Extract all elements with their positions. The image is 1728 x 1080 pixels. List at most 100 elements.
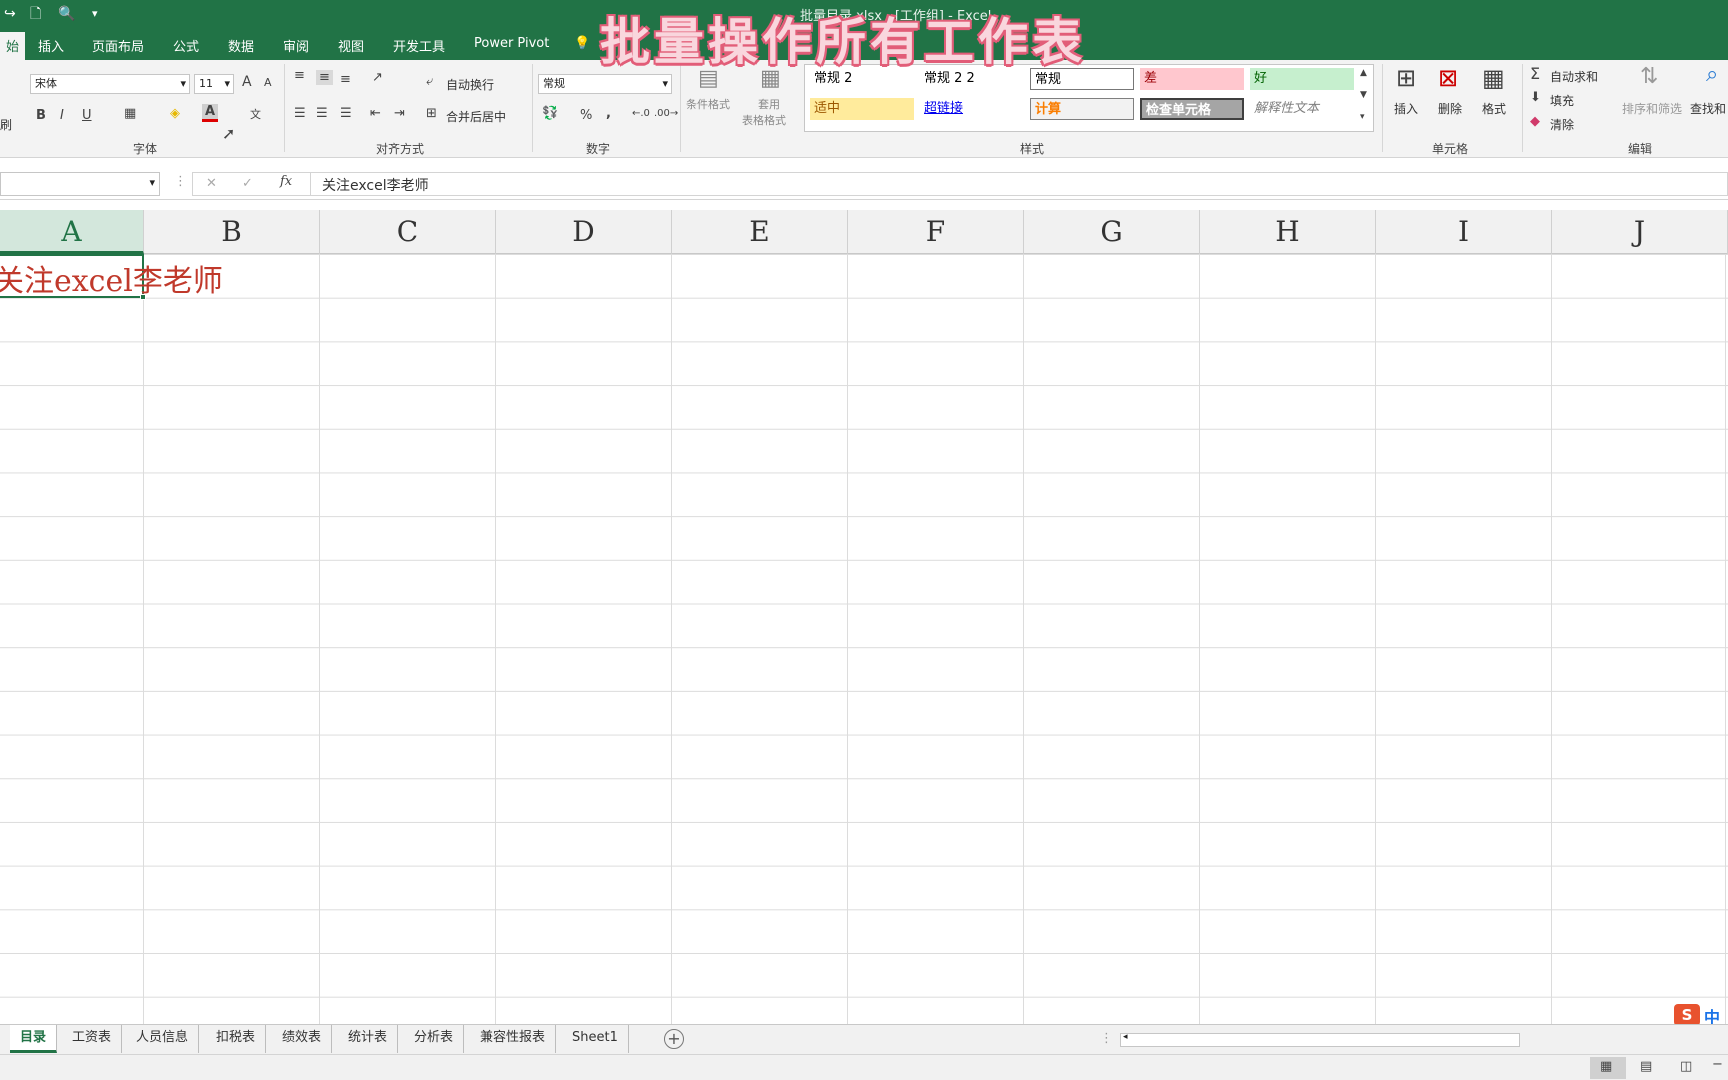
add-sheet-button[interactable]: +	[664, 1029, 684, 1049]
style-label: 超链接	[924, 101, 964, 116]
redo-icon[interactable]: ↪	[4, 4, 16, 24]
align-right-icon[interactable]: ☰	[340, 106, 352, 121]
tab-insert[interactable]: 插入	[38, 36, 64, 55]
sort-filter-button[interactable]: 排序和筛选	[1622, 100, 1682, 117]
format-painter-label[interactable]: 刷	[0, 116, 12, 133]
page-layout-view-icon[interactable]: ▤	[1640, 1059, 1652, 1074]
column-header-a[interactable]: A	[0, 210, 144, 254]
comma-style-button[interactable]: ,	[606, 106, 611, 121]
style-good[interactable]: 好	[1250, 68, 1354, 90]
sheet-tab-performance[interactable]: 绩效表	[272, 1025, 333, 1053]
format-as-table-line2[interactable]: 表格格式	[742, 112, 786, 128]
tab-data[interactable]: 数据	[228, 36, 254, 55]
customize-toolbar-icon[interactable]: ▾	[92, 4, 98, 24]
ime-logo-icon[interactable]: S	[1674, 1004, 1700, 1026]
decrease-decimal-icon[interactable]: .00→	[654, 108, 678, 119]
percent-style-button[interactable]: %	[580, 108, 592, 123]
wrap-text-button[interactable]: 自动换行	[446, 76, 494, 93]
scroll-left-icon[interactable]: ◂	[1123, 1032, 1128, 1042]
column-header-d[interactable]: D	[496, 210, 672, 254]
tab-split-handle[interactable]: ⋮	[1100, 1031, 1113, 1046]
underline-button[interactable]: U	[82, 108, 92, 123]
style-explanatory[interactable]: 解释性文本	[1250, 98, 1354, 120]
name-box[interactable]: ▾	[0, 172, 160, 196]
sheet-tab-statistics[interactable]: 统计表	[338, 1025, 399, 1053]
delete-cells-button[interactable]: 删除	[1438, 100, 1462, 117]
tab-page-layout[interactable]: 页面布局	[92, 36, 144, 55]
horizontal-scrollbar[interactable]: ◂	[1120, 1032, 1520, 1047]
format-as-table-line1[interactable]: 套用	[758, 96, 780, 112]
column-header-i[interactable]: I	[1376, 210, 1552, 254]
accounting-format-icon[interactable]: 💱	[542, 106, 558, 121]
column-header-b[interactable]: B	[144, 210, 320, 254]
tab-review[interactable]: 审阅	[283, 36, 309, 55]
style-calculation[interactable]: 计算	[1030, 98, 1134, 120]
decrease-indent-icon[interactable]: ⇤	[370, 106, 381, 121]
column-header-g[interactable]: G	[1024, 210, 1200, 254]
video-overlay-title: 批量操作所有工作表	[600, 13, 1086, 71]
gallery-scroll-down-icon[interactable]: ▼	[1360, 90, 1367, 100]
border-icon[interactable]: ▦	[124, 106, 136, 121]
column-header-f[interactable]: F	[848, 210, 1024, 254]
grow-font-button[interactable]: A	[242, 74, 252, 90]
align-middle-icon[interactable]: ≡	[316, 70, 333, 85]
increase-indent-icon[interactable]: ⇥	[394, 106, 405, 121]
fill-color-icon[interactable]: ◈	[170, 106, 180, 121]
merge-center-button[interactable]: 合并后居中	[446, 108, 506, 125]
autosum-button[interactable]: 自动求和	[1550, 68, 1598, 85]
font-name-select[interactable]: 宋体 ▾	[30, 74, 190, 94]
column-header-j[interactable]: J	[1552, 210, 1728, 254]
style-hyperlink[interactable]: 超链接	[920, 98, 1024, 120]
phonetic-icon[interactable]: 文	[250, 106, 261, 122]
sheet-tab-tax[interactable]: 扣税表	[206, 1025, 267, 1053]
sheet-tab-compatibility[interactable]: 兼容性报表	[470, 1025, 557, 1053]
find-select-button[interactable]: 查找和	[1690, 100, 1726, 117]
column-header-h[interactable]: H	[1200, 210, 1376, 254]
font-color-icon[interactable]: A	[202, 104, 219, 122]
shrink-font-button[interactable]: A	[264, 76, 272, 89]
zoom-out-icon[interactable]: −	[1712, 1057, 1723, 1072]
page-break-view-icon[interactable]: ◫	[1680, 1059, 1692, 1074]
italic-button[interactable]: I	[60, 108, 64, 123]
sheet-tab-sheet1[interactable]: Sheet1	[562, 1025, 629, 1053]
font-size-select[interactable]: 11 ▾	[194, 74, 234, 94]
formula-input[interactable]: 关注excel李老师	[322, 175, 429, 195]
format-cells-button[interactable]: 格式	[1482, 100, 1506, 117]
style-check-cell[interactable]: 检查单元格	[1140, 98, 1244, 120]
number-group-label: 数字	[586, 142, 611, 156]
align-left-icon[interactable]: ☰	[294, 106, 306, 121]
tab-power-pivot[interactable]: Power Pivot	[474, 36, 549, 51]
sheet-tab-personnel[interactable]: 人员信息	[126, 1025, 200, 1053]
cell-grid[interactable]: 关注excel李老师	[0, 254, 1728, 1024]
style-neutral[interactable]: 适中	[810, 98, 914, 120]
column-header-e[interactable]: E	[672, 210, 848, 254]
gallery-scroll-up-icon[interactable]: ▲	[1360, 68, 1367, 78]
clear-button[interactable]: 清除	[1550, 116, 1574, 133]
tab-view[interactable]: 视图	[338, 36, 364, 55]
print-preview-icon[interactable]: 🔍	[58, 4, 75, 24]
fill-button[interactable]: 填充	[1550, 92, 1574, 109]
tab-home[interactable]: 始	[0, 32, 26, 63]
conditional-format-button[interactable]: 条件格式	[686, 96, 730, 112]
increase-decimal-icon[interactable]: ←.0	[632, 108, 650, 119]
insert-function-button[interactable]: fx	[280, 174, 292, 189]
sheet-tab-salary[interactable]: 工资表	[62, 1025, 123, 1053]
style-bad[interactable]: 差	[1140, 68, 1244, 90]
gallery-more-icon[interactable]: ▾	[1360, 112, 1365, 122]
cancel-entry-button[interactable]: ✕	[206, 176, 217, 191]
column-header-c[interactable]: C	[320, 210, 496, 254]
orientation-icon[interactable]: ↗	[372, 70, 383, 85]
align-center-icon[interactable]: ☰	[316, 106, 328, 121]
new-file-icon[interactable]: 🗋	[30, 4, 41, 24]
normal-view-icon[interactable]: ▦	[1600, 1059, 1612, 1074]
confirm-entry-button[interactable]: ✓	[242, 176, 253, 191]
tab-formulas[interactable]: 公式	[173, 36, 199, 55]
tab-developer[interactable]: 开发工具	[393, 36, 445, 55]
sheet-tab-analysis[interactable]: 分析表	[404, 1025, 465, 1053]
bold-button[interactable]: B	[36, 108, 46, 123]
tell-me-icon[interactable]: 💡	[574, 36, 590, 51]
align-top-icon[interactable]: ≡	[294, 68, 305, 83]
sheet-tab-catalog[interactable]: 目录	[10, 1025, 58, 1053]
insert-cells-button[interactable]: 插入	[1394, 100, 1418, 117]
align-bottom-icon[interactable]: ≡	[340, 72, 351, 87]
